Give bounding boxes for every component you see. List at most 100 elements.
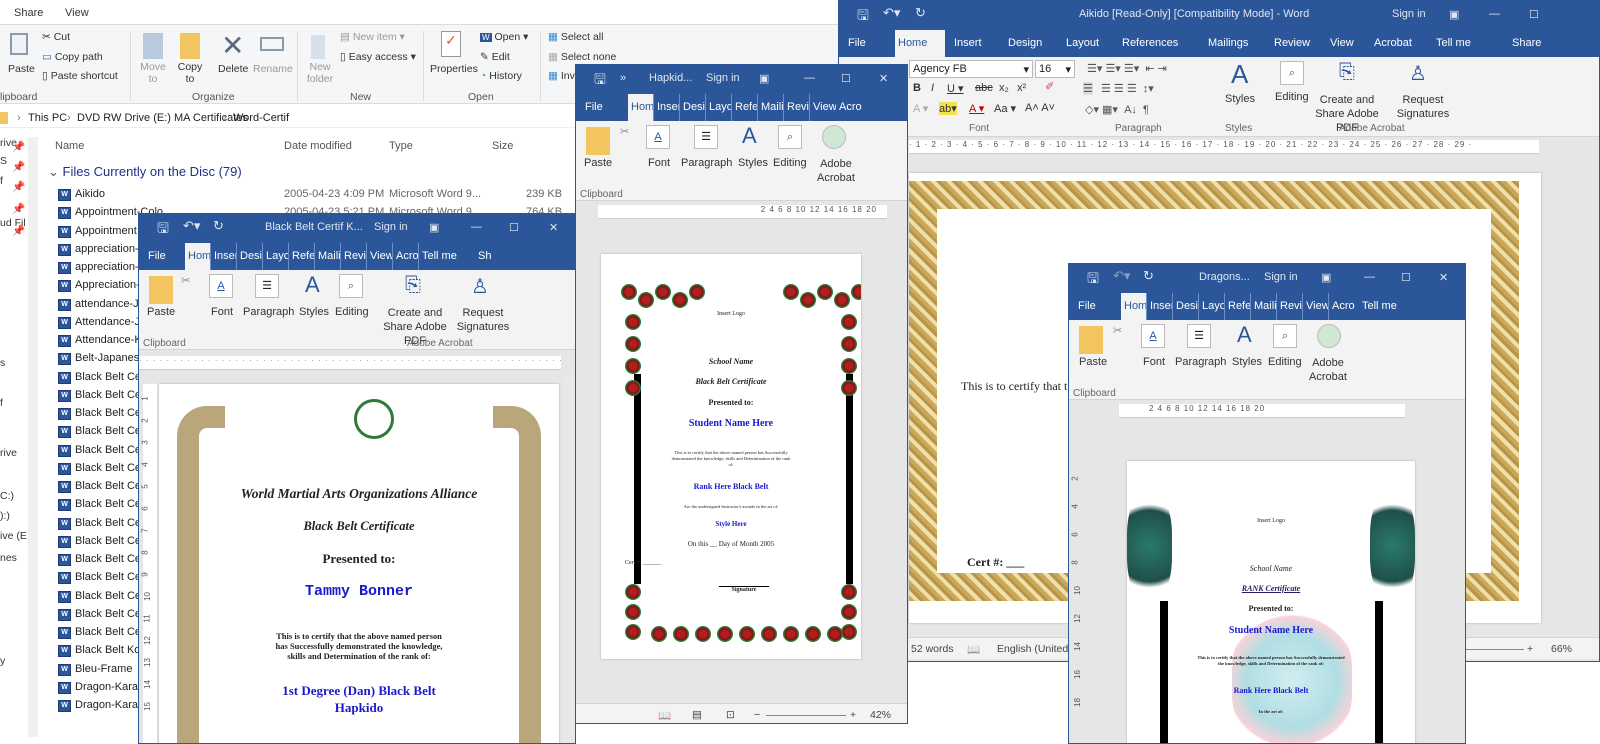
tab-desi[interactable]: Desi [680, 94, 706, 121]
delete-button[interactable]: Delete [218, 63, 248, 75]
language-indicator[interactable]: English (United [997, 643, 1068, 655]
horizontal-ruler[interactable]: 2 4 6 8 10 12 14 16 18 20 [1119, 404, 1405, 418]
easy-access-button[interactable]: ▯ Easy access ▾ [340, 51, 416, 63]
open-button[interactable]: W Open ▾ [480, 31, 528, 43]
horizontal-ruler[interactable]: · 1 · 2 · 3 · 4 · 5 · 6 · 7 · 8 · 9 · 10… [909, 140, 1539, 154]
tab-revi[interactable]: Revi [1277, 293, 1303, 320]
save-icon[interactable]: 🖫 [857, 5, 869, 29]
sign-in-link[interactable]: Sign in [706, 72, 740, 84]
column-type[interactable]: Type [389, 140, 413, 152]
column-date-modified[interactable]: Date modified [284, 140, 352, 152]
paste-button[interactable]: Paste [1079, 356, 1107, 368]
clear-formatting-icon[interactable]: ✐ [1045, 80, 1054, 93]
tab-file[interactable]: File [845, 30, 889, 57]
tab-references[interactable]: References [1119, 30, 1199, 57]
pin-icon[interactable]: 📌 [12, 202, 25, 215]
pin-icon[interactable]: 📌 [12, 140, 25, 153]
vertical-ruler[interactable]: 1 2 3 4 5 6 7 8 9 10 11 12 13 14 15 [141, 384, 157, 743]
tab-acro[interactable]: Acro [1329, 293, 1359, 320]
tab-tell-me[interactable]: Tell me [1433, 30, 1503, 57]
zoom-in-button[interactable]: + [850, 709, 856, 721]
tab-acro[interactable]: Acro [393, 243, 419, 270]
adobe-acrobat-button[interactable]: Adobe Acrobat [1305, 356, 1351, 384]
tab-mailings[interactable]: Mailings [1205, 30, 1265, 57]
redo-icon[interactable]: ↻ [213, 218, 224, 234]
group-header[interactable]: ⌄ Files Currently on the Disc (79) [48, 164, 242, 180]
cut-icon[interactable]: ✂ [620, 125, 629, 138]
maximize-button[interactable]: ☐ [841, 72, 851, 85]
undo-icon[interactable]: ↶▾ [183, 218, 200, 234]
cut-button[interactable]: ✂ Cut [42, 31, 70, 43]
pin-icon[interactable]: 📌 [12, 160, 25, 173]
font-button[interactable]: Font [648, 157, 670, 169]
styles-button[interactable]: Styles [738, 157, 768, 169]
nav-item[interactable]: f [0, 175, 3, 187]
text-effects-icon[interactable]: A ▾ [913, 102, 928, 115]
minimize-button[interactable]: — [1364, 271, 1375, 283]
tab-file[interactable]: File [582, 94, 628, 121]
pin-icon[interactable]: 📌 [12, 180, 25, 193]
shading-icon[interactable]: ◇▾ ▦▾ A↓ ¶ [1085, 103, 1149, 116]
cut-icon[interactable]: ✂ [181, 274, 190, 287]
tab-view[interactable]: View [367, 243, 393, 270]
tab-revi[interactable]: Revi [341, 243, 367, 270]
tab-insert[interactable]: Insert [951, 30, 999, 57]
invert-selection-button[interactable]: ▦ Inv [548, 70, 575, 82]
maximize-button[interactable]: ☐ [1529, 8, 1539, 21]
nav-item[interactable]: f [0, 397, 3, 409]
undo-icon[interactable]: ↶▾ [883, 5, 900, 21]
tab-view[interactable]: View [810, 94, 836, 121]
paste-button[interactable]: Paste [8, 63, 35, 75]
tab-view[interactable]: View [1327, 30, 1365, 57]
font-button[interactable]: Font [211, 306, 233, 318]
tab-hom[interactable]: Hom [628, 94, 654, 121]
tab-share[interactable]: Share [14, 7, 43, 19]
tab-design[interactable]: Design [1005, 30, 1057, 57]
tab-maili[interactable]: Maili [758, 94, 784, 121]
tab-inser[interactable]: Inser [654, 94, 680, 121]
tab-inser[interactable]: Inser [1147, 293, 1173, 320]
sign-in-link[interactable]: Sign in [374, 221, 408, 233]
strikethrough-button[interactable]: abc [975, 82, 993, 94]
column-name[interactable]: Name [55, 140, 84, 152]
tab-file[interactable]: File [1075, 293, 1121, 320]
sign-in-link[interactable]: Sign in [1264, 271, 1298, 283]
paste-shortcut-button[interactable]: ▯ Paste shortcut [42, 70, 118, 82]
font-button[interactable]: Font [1143, 356, 1165, 368]
copy-to-button[interactable]: Copy to [176, 61, 204, 85]
word-count[interactable]: 52 words [911, 643, 954, 655]
tab-tell-me[interactable]: Tell me [1359, 293, 1419, 320]
tab-share[interactable]: Share [1509, 30, 1569, 57]
proofing-icon[interactable]: 📖 [967, 643, 980, 656]
tab-layo[interactable]: Layo [263, 243, 289, 270]
editing-button[interactable]: Editing [335, 306, 369, 318]
history-button[interactable]: ◔ History [480, 70, 522, 82]
nav-item[interactable]: y [0, 655, 5, 667]
tab-layo[interactable]: Layo [1199, 293, 1225, 320]
save-icon[interactable]: 🖫 [594, 69, 606, 93]
font-color-icon[interactable]: A ▾ [969, 102, 984, 115]
move-to-button[interactable]: Move to [140, 61, 166, 85]
tab-tell-me[interactable]: Tell me [419, 243, 475, 270]
align-icons[interactable]: ☰ ☰ ☰ ↕▾ [1101, 82, 1154, 95]
editing-button[interactable]: Editing [1268, 356, 1302, 368]
undo-icon[interactable]: ↶▾ [1113, 268, 1130, 284]
select-all-button[interactable]: ▦ Select all [548, 31, 603, 43]
editing-button[interactable]: Editing [773, 157, 807, 169]
zoom-slider[interactable] [766, 715, 846, 716]
grow-font-button[interactable]: A˄ A˅ [1025, 102, 1055, 114]
font-size-select[interactable]: 16 ▾ [1035, 60, 1075, 78]
save-icon[interactable]: 🖫 [1087, 268, 1099, 292]
nav-item[interactable]: ):) [0, 510, 10, 522]
redo-icon[interactable]: ↻ [915, 5, 926, 21]
minimize-button[interactable]: — [1489, 8, 1500, 20]
nav-item[interactable]: nes [0, 552, 17, 564]
align-left-icon[interactable]: ☰ [1083, 82, 1093, 95]
web-layout-icon[interactable]: ⊡ [726, 709, 735, 721]
tab-revi[interactable]: Revi [784, 94, 810, 121]
save-icon[interactable]: 🖫 [157, 218, 169, 242]
zoom-in-button[interactable]: + [1527, 643, 1533, 655]
tab-hom[interactable]: Hom [1121, 293, 1147, 320]
tab-view[interactable]: View [65, 7, 89, 19]
ribbon-display-icon[interactable]: ▣ [1321, 271, 1331, 284]
